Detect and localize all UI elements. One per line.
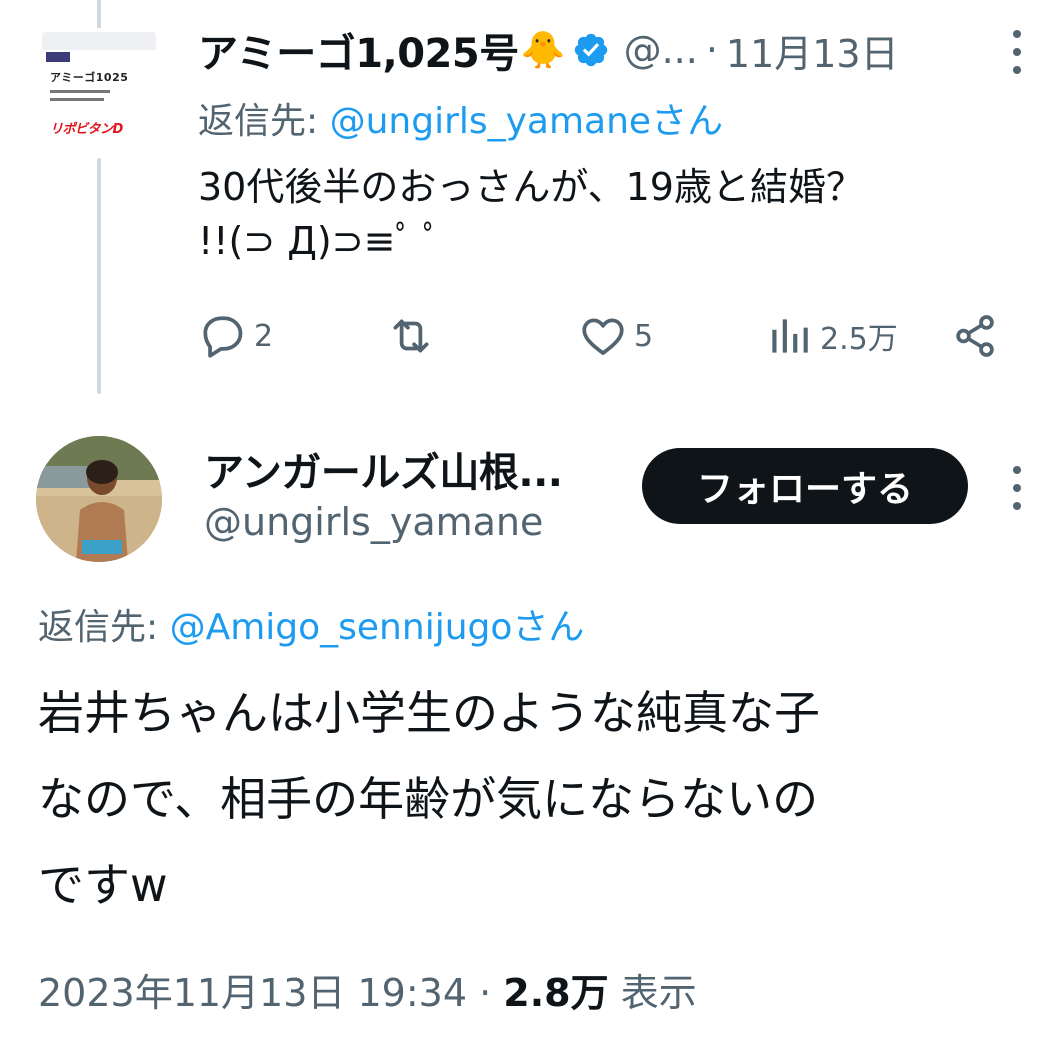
retweet-button[interactable] [386, 308, 436, 364]
views-count: 2.8万 [503, 971, 609, 1015]
avatar-logo-text: リポビタンD [50, 122, 123, 137]
like-count: 5 [634, 318, 654, 354]
chick-emoji: 🐥 [520, 30, 566, 71]
reply-to-line: 返信先: @Amigo_sennijugoさん [38, 598, 584, 650]
views-label: 表示 [620, 971, 697, 1015]
reply-suffix: さん [651, 101, 724, 142]
more-options-icon[interactable] [1012, 466, 1022, 510]
reply-count: 2 [254, 318, 274, 354]
reply-mention-link[interactable]: @ungirls_yamane [330, 101, 652, 142]
display-name[interactable]: アンガールズ山根... [204, 440, 563, 498]
tweet-header: アミーゴ1,025号 🐥 @... · 11月13日 [198, 22, 1028, 78]
avatar-photo [36, 436, 162, 562]
tweet-text: 30代後半のおっさんが、19歳と結婚？ !!(⊃ Д)⊃≡ﾟ ﾟ [198, 160, 1028, 268]
reply-icon [203, 316, 243, 358]
avatar[interactable] [36, 436, 162, 562]
display-name[interactable]: アミーゴ1,025号 [198, 21, 519, 79]
tweet-meta: 2023年11月13日 19:34 · 2.8万 表示 [38, 962, 697, 1017]
follow-button[interactable]: フォローする [642, 448, 968, 524]
avatar-text-line [50, 90, 110, 93]
tweet-actions: 2 5 2.5万 [198, 308, 1008, 364]
tweet-text-line: ですw [38, 858, 168, 912]
thread-line-top [97, 0, 101, 28]
reply-button[interactable]: 2 [198, 308, 273, 364]
verified-badge-icon [574, 33, 607, 67]
retweet-icon [393, 319, 429, 353]
tweet-text: 岩井ちゃんは小学生のような純真な子 なので、相手の年齢が気にならないの ですw [38, 670, 1018, 928]
handle[interactable]: @... [624, 28, 698, 72]
separator-dot: · [467, 971, 504, 1015]
views-button[interactable]: 2.5万 [764, 308, 898, 364]
avatar-name-text: アミーゴ1025 [50, 71, 129, 84]
share-icon [956, 315, 994, 357]
heart-icon [582, 318, 624, 355]
tweet-text-line: !!(⊃ Д)⊃≡ﾟ ﾟ [198, 219, 442, 263]
reply-to-label: 返信先: [198, 101, 330, 142]
reply-to-line: 返信先: @ungirls_yamaneさん [198, 92, 723, 144]
tweet-text-line: なので、相手の年齢が気にならないの [38, 772, 819, 826]
thread-line [97, 158, 101, 394]
avatar[interactable]: アミーゴ1025 リポビタンD [42, 32, 156, 150]
separator-dot: · [705, 28, 718, 72]
views-icon [772, 319, 808, 353]
views-count: 2.5万 [820, 322, 898, 357]
share-button[interactable] [950, 308, 1000, 364]
tweet-date[interactable]: 11月13日 [726, 23, 899, 78]
reply-to-label: 返信先: [38, 607, 170, 648]
reply-mention-link[interactable]: @Amigo_sennijugo [170, 607, 513, 648]
like-button[interactable]: 5 [578, 308, 653, 364]
reply-suffix: さん [512, 607, 585, 648]
avatar-text-line [50, 98, 104, 101]
tweet-text-line: 30代後半のおっさんが、19歳と結婚？ [198, 165, 864, 209]
timestamp[interactable]: 2023年11月13日 19:34 [38, 971, 467, 1015]
avatar-header-strip [42, 32, 156, 50]
handle[interactable]: @ungirls_yamane [204, 500, 543, 544]
tweet-text-line: 岩井ちゃんは小学生のような純真な子 [38, 686, 820, 740]
more-options-icon[interactable] [1012, 30, 1022, 74]
avatar-tag [46, 52, 70, 62]
